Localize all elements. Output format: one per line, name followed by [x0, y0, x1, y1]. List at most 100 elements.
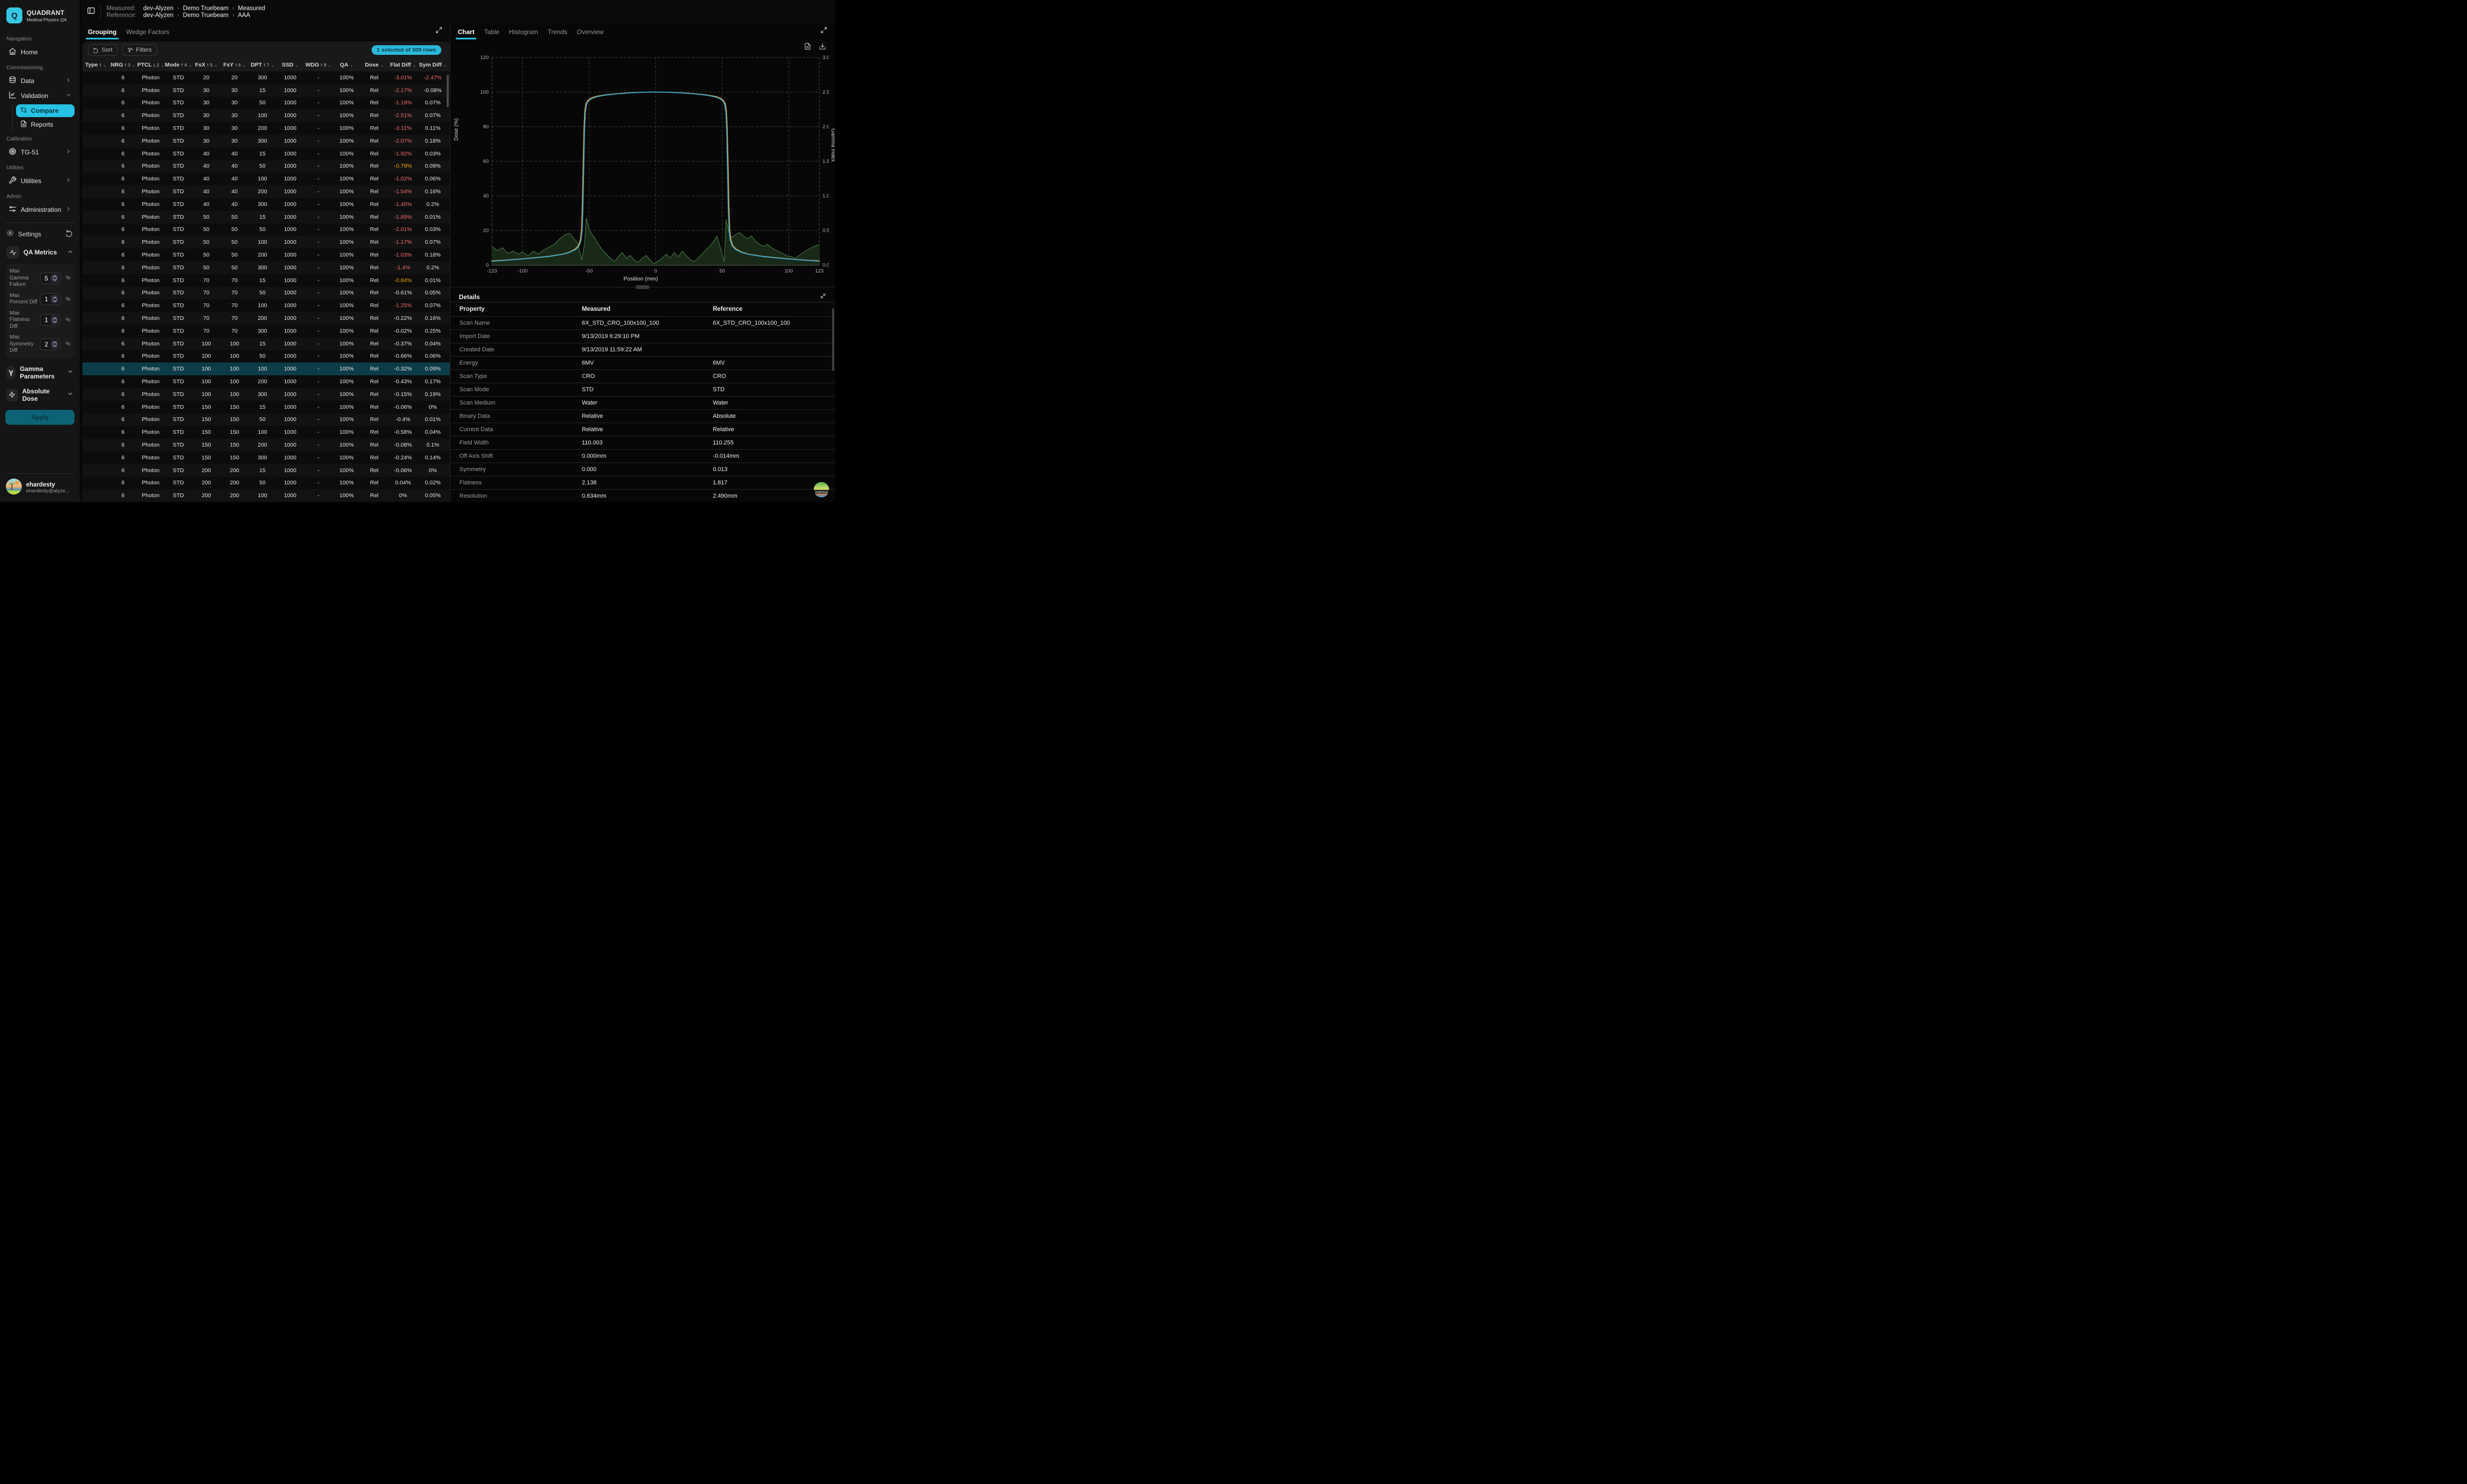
column-header-fsy[interactable]: FsY↑6⌄	[220, 62, 249, 68]
tab-chart[interactable]: Chart	[458, 28, 474, 39]
resize-handle[interactable]	[636, 285, 649, 289]
sidebar-item-reports[interactable]: Reports	[16, 118, 75, 131]
qa-field-input[interactable]: 2	[40, 339, 61, 350]
table-row[interactable]: 6PhotonSTD2002001001000-100%Rel0%0.05%	[83, 489, 450, 502]
breadcrumb-segment[interactable]: dev-Alyzen	[143, 12, 174, 19]
table-row[interactable]: 6PhotonSTD3030501000-100%Rel-1.19%0.07%	[83, 97, 450, 110]
table-row[interactable]: 6PhotonSTD200200151000-100%Rel-0.06%0%	[83, 464, 450, 477]
column-header-fsx[interactable]: FsX↑5⌄	[192, 62, 220, 68]
table-row[interactable]: 6PhotonSTD1501502001000-100%Rel-0.08%0.1…	[83, 439, 450, 451]
table-row[interactable]: 6PhotonSTD30302001000-100%Rel-3.11%0.11%	[83, 122, 450, 135]
tab-histogram[interactable]: Histogram	[509, 28, 538, 39]
panel-resize-divider[interactable]	[450, 287, 835, 292]
table-row[interactable]: 6PhotonSTD1001003001000-100%Rel-0.15%0.1…	[83, 388, 450, 401]
qa-field-input[interactable]: 1	[40, 314, 61, 326]
table-row[interactable]: 6PhotonSTD40403001000-100%Rel-1.45%0.2%	[83, 198, 450, 211]
stepper-control[interactable]	[51, 340, 59, 349]
tab-wedge-factors[interactable]: Wedge Factors	[126, 28, 169, 39]
details-scrollbar[interactable]	[832, 308, 834, 371]
column-header-wdg[interactable]: WDG↑8⌄	[304, 62, 333, 68]
stepper-control[interactable]	[51, 274, 59, 283]
column-header-nrg[interactable]: NRG↑3⌄	[109, 62, 137, 68]
table-row[interactable]: 6PhotonSTD5050501000-100%Rel-2.01%0.03%	[83, 224, 450, 236]
sidebar-item-validation[interactable]: Validation	[5, 88, 75, 103]
sidebar-item-settings[interactable]: Settings	[5, 228, 75, 240]
table-row[interactable]: 6PhotonSTD1001002001000-100%Rel-0.43%0.1…	[83, 375, 450, 388]
collapse-icon[interactable]	[820, 292, 826, 302]
tab-overview[interactable]: Overview	[577, 28, 604, 39]
tanstack-badge[interactable]: TANSTACK	[813, 482, 829, 498]
filters-button[interactable]: Filters	[122, 44, 157, 56]
table-row[interactable]: 6PhotonSTD30303001000-100%Rel-2.07%0.18%	[83, 135, 450, 147]
table-row[interactable]: 6PhotonSTD70701001000-100%Rel-1.25%0.07%	[83, 299, 450, 312]
table-cell: 100%	[333, 201, 360, 208]
table-cell: STD	[165, 201, 192, 208]
breadcrumb-segment[interactable]: Measured	[238, 5, 265, 12]
column-header-ptcl[interactable]: PTCL↓2⌄	[137, 62, 165, 68]
table-row[interactable]: 6PhotonSTD20203001000-100%Rel-3.01%-2.47…	[83, 71, 450, 84]
tab-trends[interactable]: Trends	[548, 28, 568, 39]
breadcrumb-segment[interactable]: Demo Truebeam	[183, 12, 229, 19]
stepper-control[interactable]	[51, 295, 59, 303]
column-header-sym-diff[interactable]: Sym Diff⌄	[418, 62, 448, 68]
table-row[interactable]: 6PhotonSTD100100151000-100%Rel-0.37%0.04…	[83, 337, 450, 350]
column-header-flat-diff[interactable]: Flat Diff⌄	[388, 62, 418, 68]
table-row[interactable]: 6PhotonSTD30301001000-100%Rel-2.51%0.07%	[83, 109, 450, 122]
table-row[interactable]: 6PhotonSTD70703001000-100%Rel-0.02%0.25%	[83, 325, 450, 337]
qa-field-input[interactable]: 5	[40, 273, 61, 284]
reset-icon[interactable]	[66, 229, 73, 238]
tab-grouping[interactable]: Grouping	[88, 28, 117, 39]
table-row[interactable]: 6PhotonSTD4040501000-100%Rel-0.79%0.09%	[83, 160, 450, 173]
absolute-dose-header[interactable]: Absolute Dose	[5, 386, 75, 403]
table-row[interactable]: 6PhotonSTD1501501001000-100%Rel-0.58%0.0…	[83, 426, 450, 439]
breadcrumb-segment[interactable]: Demo Truebeam	[183, 5, 229, 12]
sidebar-item-data[interactable]: Data	[5, 73, 75, 88]
details-measured-value: 110.003	[582, 440, 713, 446]
column-header-qa[interactable]: QA⌄	[333, 62, 360, 68]
table-row[interactable]: 6PhotonSTD4040151000-100%Rel-1.92%0.03%	[83, 147, 450, 160]
expand-icon[interactable]	[820, 27, 827, 36]
qa-metrics-header[interactable]: QA Metrics	[5, 245, 75, 260]
table-row[interactable]: 6PhotonSTD5050151000-100%Rel-1.89%0.01%	[83, 211, 450, 224]
column-header-ssd[interactable]: SSD⌄	[276, 62, 304, 68]
column-header-dpt[interactable]: DPT↑7⌄	[249, 62, 276, 68]
report-icon[interactable]	[804, 43, 811, 53]
table-scrollbar[interactable]	[447, 75, 449, 108]
table-row[interactable]: 6PhotonSTD50502001000-100%Rel-1.03%0.18%	[83, 249, 450, 261]
download-icon[interactable]	[819, 43, 826, 53]
table-row[interactable]: 6PhotonSTD40402001000-100%Rel-1.54%0.16%	[83, 185, 450, 198]
table-row[interactable]: 6PhotonSTD1001001001000-100%Rel-0.32%0.0…	[83, 362, 450, 375]
table-row[interactable]: 6PhotonSTD7070151000-100%Rel-0.84%0.01%	[83, 274, 450, 287]
sidebar-item-home[interactable]: Home	[5, 45, 75, 60]
table-row[interactable]: 6PhotonSTD200200501000-100%Rel0.04%0.02%	[83, 477, 450, 490]
table-row[interactable]: 6PhotonSTD70702001000-100%Rel-0.22%0.16%	[83, 312, 450, 325]
sort-button[interactable]: Sort	[88, 44, 118, 56]
sidebar-item-tg-51[interactable]: TG-51	[5, 145, 75, 160]
sidebar-item-administration[interactable]: Administration	[5, 202, 75, 217]
sidebar-item-utilities[interactable]: Utilities	[5, 174, 75, 188]
table-row[interactable]: 6PhotonSTD50501001000-100%Rel-1.17%0.07%	[83, 236, 450, 249]
tab-table[interactable]: Table	[484, 28, 499, 39]
user-box[interactable]: ehardesty ehardesty@alyzenmed....	[5, 473, 75, 498]
column-header-mode[interactable]: Mode↑4⌄	[165, 62, 192, 68]
table-row[interactable]: 6PhotonSTD40401001000-100%Rel-1.02%0.06%	[83, 172, 450, 185]
breadcrumb: Measured:dev-Alyzen›Demo Truebeam›Measur…	[106, 5, 265, 19]
table-row[interactable]: 6PhotonSTD100100501000-100%Rel-0.66%0.06…	[83, 350, 450, 363]
table-row[interactable]: 6PhotonSTD50503001000-100%Rel-1.4%0.2%	[83, 261, 450, 274]
gamma-parameters-header[interactable]: γ Gamma Parameters	[5, 364, 75, 381]
table-row[interactable]: 6PhotonSTD150150501000-100%Rel-0.4%0.01%	[83, 414, 450, 426]
stepper-control[interactable]	[51, 316, 59, 324]
sidebar-item-compare[interactable]: Compare	[16, 104, 75, 117]
breadcrumb-segment[interactable]: AAA	[238, 12, 250, 19]
column-header-type[interactable]: Type↑⌄	[83, 62, 109, 68]
table-row[interactable]: 6PhotonSTD3030151000-100%Rel-2.17%-0.08%	[83, 84, 450, 97]
table-row[interactable]: 6PhotonSTD7070501000-100%Rel-0.61%0.05%	[83, 287, 450, 300]
expand-icon[interactable]	[435, 27, 442, 36]
apply-button[interactable]: Apply	[5, 410, 75, 425]
qa-field-input[interactable]: 1	[40, 293, 61, 305]
sidebar-toggle-icon[interactable]	[87, 6, 95, 18]
table-row[interactable]: 6PhotonSTD1501503001000-100%Rel-0.24%0.1…	[83, 451, 450, 464]
table-row[interactable]: 6PhotonSTD150150151000-100%Rel-0.06%0%	[83, 401, 450, 414]
column-header-dose[interactable]: Dose⌄	[360, 62, 388, 68]
breadcrumb-segment[interactable]: dev-Alyzen	[143, 5, 174, 12]
